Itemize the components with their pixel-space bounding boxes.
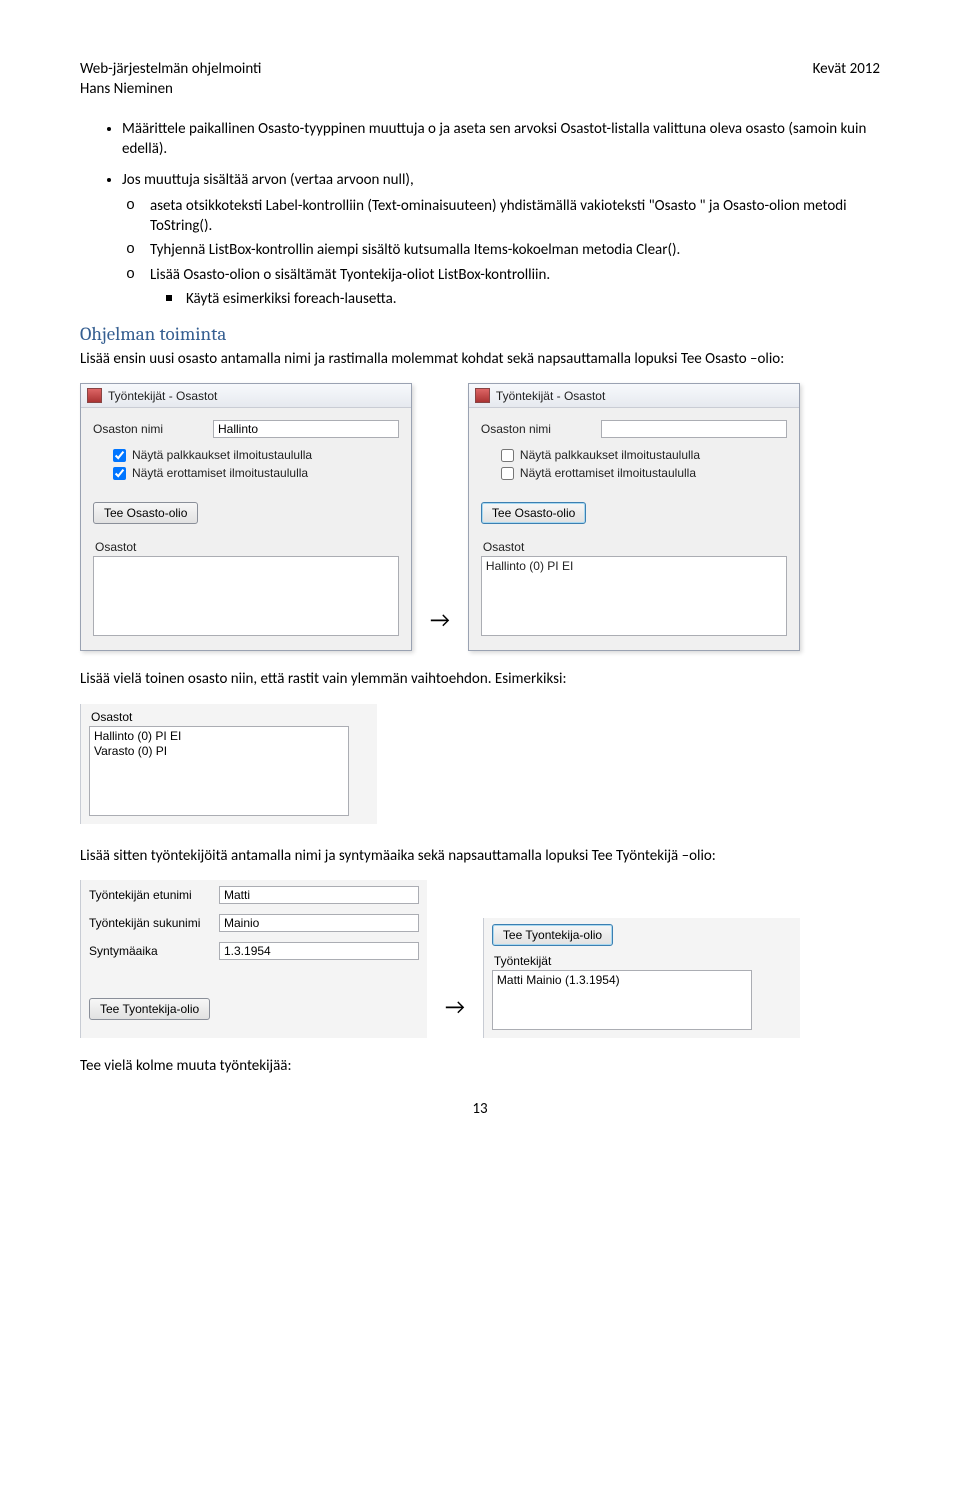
syntyma-label: Syntymäaika	[89, 944, 209, 958]
sub-b: Tyhjennä ListBox-kontrollin aiempi sisäl…	[150, 240, 880, 260]
osastot-listbox[interactable]: Hallinto (0) PI EI Varasto (0) PI	[89, 726, 349, 816]
osasto-nimi-input[interactable]	[213, 420, 399, 438]
list-item[interactable]: Varasto (0) PI	[94, 744, 344, 760]
osasto-nimi-label: Osaston nimi	[93, 422, 203, 436]
tyontekija-input-snippet: Työntekijän etunimi Työntekijän sukunimi…	[80, 880, 427, 1038]
tee-osasto-button[interactable]: Tee Osasto-olio	[93, 502, 198, 524]
page-header: Web-järjestelmän ohjelmointi Hans Niemin…	[80, 60, 880, 99]
cb-palkkaus[interactable]	[113, 449, 126, 462]
tyontekijat-label: Työntekijät	[494, 954, 792, 968]
form-osasto-before: Työntekijät - Osastot Osaston nimi Näytä…	[80, 383, 412, 651]
toiminta-intro: Lisää ensin uusi osasto antamalla nimi j…	[80, 349, 880, 369]
sukunimi-label: Työntekijän sukunimi	[89, 916, 209, 930]
arrow-icon: →	[445, 993, 465, 1038]
list-item[interactable]: Matti Mainio (1.3.1954)	[497, 973, 747, 989]
form-icon	[87, 388, 102, 403]
form-title: Työntekijät - Osastot	[496, 389, 605, 403]
page-number: 13	[80, 1100, 880, 1118]
tyontekija-result-snippet: Tee Tyontekija-olio Työntekijät Matti Ma…	[483, 918, 800, 1038]
term: Kevät 2012	[813, 60, 880, 99]
sub-c: Lisää Osasto-olion o sisältämät Tyonteki…	[150, 265, 880, 310]
bullet-list: Määrittele paikallinen Osasto-tyyppinen …	[80, 119, 880, 309]
cb-erottamiset-label: Näytä erottamiset ilmoitustaululla	[520, 466, 696, 480]
osastot-snippet: Osastot Hallinto (0) PI EI Varasto (0) P…	[80, 704, 377, 824]
cb-erottamiset-label: Näytä erottamiset ilmoitustaululla	[132, 466, 308, 480]
sukunimi-input[interactable]	[219, 914, 419, 932]
osastot-label: Osastot	[95, 540, 399, 554]
osastot-listbox[interactable]: Hallinto (0) PI EI	[481, 556, 787, 636]
list-item[interactable]: Hallinto (0) PI EI	[94, 729, 344, 745]
form-icon	[475, 388, 490, 403]
lopuksi-text: Tee vielä kolme muuta työntekijää:	[80, 1056, 880, 1076]
cb-erottamiset[interactable]	[501, 467, 514, 480]
cb-palkkaus-label: Näytä palkkaukset ilmoitustaululla	[520, 448, 700, 462]
syntyma-input[interactable]	[219, 942, 419, 960]
osastot-label: Osastot	[91, 710, 369, 724]
arrow-icon: →	[430, 606, 450, 651]
form-osasto-after: Työntekijät - Osastot Osaston nimi Näytä…	[468, 383, 800, 651]
square-1: Käytä esimerkiksi foreach-lausetta.	[186, 289, 880, 309]
cb-erottamiset[interactable]	[113, 467, 126, 480]
course-title: Web-järjestelmän ohjelmointi	[80, 60, 261, 80]
etunimi-input[interactable]	[219, 886, 419, 904]
bullet-2: Jos muuttuja sisältää arvon (vertaa arvo…	[122, 170, 880, 310]
form-title: Työntekijät - Osastot	[108, 389, 217, 403]
osastot-listbox[interactable]	[93, 556, 399, 636]
tee-osasto-button[interactable]: Tee Osasto-olio	[481, 502, 586, 524]
etunimi-label: Työntekijän etunimi	[89, 888, 209, 902]
toinen-text: Lisää vielä toinen osasto niin, että ras…	[80, 669, 880, 689]
sub-a: aseta otsikkoteksti Label-kontrolliin (T…	[150, 196, 880, 237]
section-heading-toiminta: Ohjelman toiminta	[80, 323, 880, 345]
bullet-1: Määrittele paikallinen Osasto-tyyppinen …	[122, 119, 880, 160]
cb-palkkaus[interactable]	[501, 449, 514, 462]
osastot-label: Osastot	[483, 540, 787, 554]
author-name: Hans Nieminen	[80, 80, 261, 100]
tyontekijat-listbox[interactable]: Matti Mainio (1.3.1954)	[492, 970, 752, 1030]
osasto-nimi-input[interactable]	[601, 420, 787, 438]
tee-tyontekija-button[interactable]: Tee Tyontekija-olio	[492, 924, 613, 946]
osasto-nimi-label: Osaston nimi	[481, 422, 591, 436]
tee-tyontekija-button[interactable]: Tee Tyontekija-olio	[89, 998, 210, 1020]
cb-palkkaus-label: Näytä palkkaukset ilmoitustaululla	[132, 448, 312, 462]
tyontekija-text: Lisää sitten työntekijöitä antamalla nim…	[80, 846, 880, 866]
list-item[interactable]: Hallinto (0) PI EI	[486, 559, 782, 575]
